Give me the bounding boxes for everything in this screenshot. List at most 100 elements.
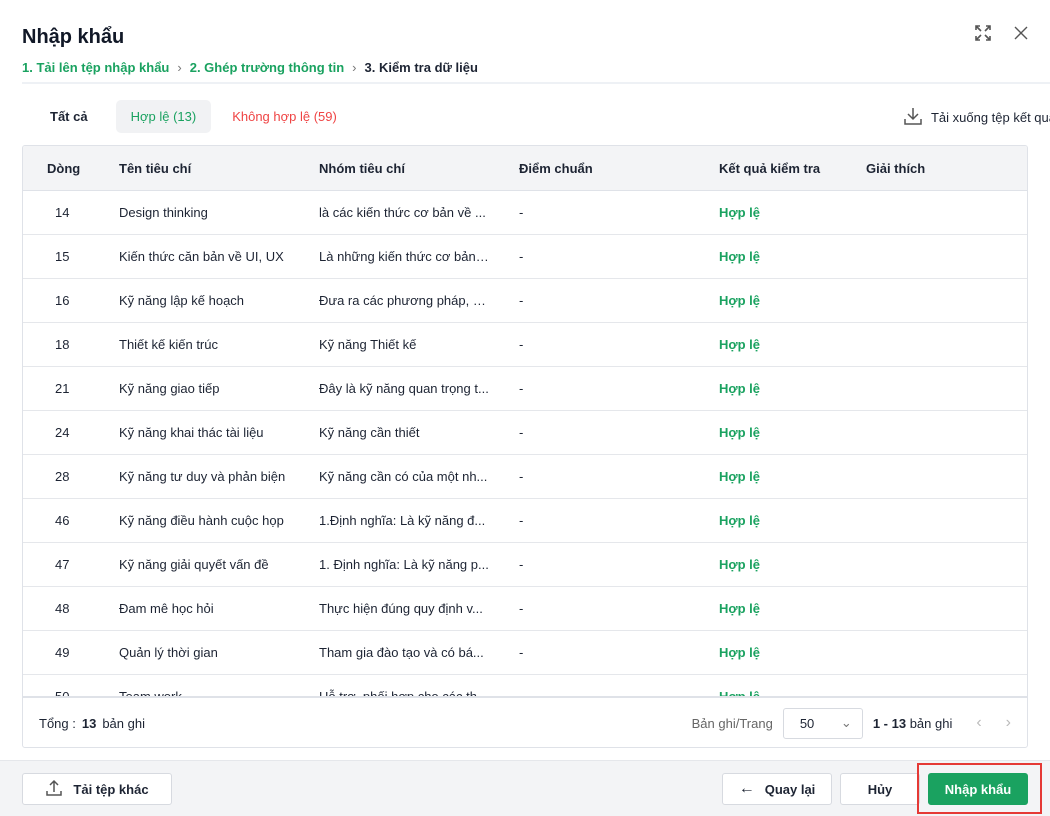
criterion-name: Kỹ năng tư duy và phản biện (119, 469, 286, 484)
check-result: Hợp lệ (719, 601, 761, 616)
row-number: 21 (55, 381, 70, 396)
check-result: Hợp lệ (719, 513, 761, 528)
dialog-title: Nhập khẩu (22, 26, 125, 48)
row-number: 48 (55, 601, 70, 616)
criterion-group: 1.Định nghĩa: Là kỹ năng đ... (319, 513, 486, 528)
benchmark-score: - (519, 293, 524, 308)
table-row[interactable]: 21 Kỹ năng giao tiếp Đây là kỹ năng quan t… (23, 367, 1027, 411)
per-page-label: Bản ghi/Trang (691, 715, 773, 731)
row-number: 50 (23, 689, 119, 696)
criterion-name: Kỹ năng lập kế hoạch (119, 293, 245, 308)
range-unit: bản ghi (909, 715, 953, 731)
per-page-value: 50 (799, 715, 815, 731)
benchmark-score: - (519, 645, 524, 660)
check-result: Hợp lệ (719, 557, 761, 572)
cancel-button[interactable]: Hủy (840, 773, 920, 805)
col-row: Dòng (47, 160, 81, 176)
table-row[interactable]: 16 Kỹ năng lập kế hoạch Đưa ra các phương … (23, 279, 1027, 323)
check-result: Hợp lệ (719, 381, 761, 396)
table-row[interactable]: 46 Kỹ năng điều hành cuộc họp 1.Định nghĩa… (23, 499, 1027, 543)
criterion-group: Là những kiến thức cơ bản ... (319, 249, 491, 264)
total-count: 13 (81, 715, 97, 731)
criterion-group: Kỹ năng cần thiết (319, 425, 420, 440)
highlight-box (917, 763, 1042, 814)
table-header: Dòng Tên tiêu chí Nhóm tiêu chí Điểm chu… (23, 146, 1027, 191)
col-group: Nhóm tiêu chí (319, 160, 405, 176)
back-label: Quay lại (764, 781, 816, 797)
col-result: Kết quả kiểm tra (719, 160, 821, 176)
criterion-name: Kiến thức căn bản về UI, UX (119, 249, 284, 264)
criterion-group: Thực hiện đúng quy định v... (319, 601, 483, 616)
check-result: Hợp lệ (719, 469, 761, 484)
benchmark-score: - (519, 513, 524, 528)
table-row[interactable]: 48 Đam mê học hỏi Thực hiện đúng quy định … (23, 587, 1027, 631)
benchmark-score: - (519, 689, 719, 696)
check-result: Hợp lệ (719, 205, 761, 220)
per-page-select[interactable]: 50 ⌄ (782, 707, 863, 739)
total-label: Tổng : (39, 715, 76, 731)
row-number: 28 (55, 469, 70, 484)
close-icon[interactable] (1014, 24, 1028, 47)
table-row[interactable]: 50Team workHỗ trợ, phối hợp cho các th..… (23, 675, 1027, 696)
breadcrumb: 1. Tải lên tệp nhập khẩu › 2. Ghép trườn… (22, 60, 478, 75)
table-body[interactable]: 14 Design thinking là các kiến thức cơ bản… (23, 191, 1027, 696)
benchmark-score: - (519, 381, 524, 396)
expand-icon[interactable] (974, 24, 992, 47)
row-number: 46 (55, 513, 70, 528)
download-label: Tải xuống tệp kết quả (930, 110, 1050, 125)
row-number: 14 (55, 205, 70, 220)
tab-all[interactable]: Tất cả (28, 100, 110, 133)
result-table: Dòng Tên tiêu chí Nhóm tiêu chí Điểm chu… (22, 145, 1028, 748)
tab-valid[interactable]: Hợp lệ (13) (115, 100, 212, 133)
benchmark-score: - (519, 601, 524, 616)
upload-other-label: Tải tệp khác (73, 781, 149, 797)
tab-invalid[interactable]: Không hợp lệ (59) (217, 100, 352, 133)
table-row[interactable]: 24 Kỹ năng khai thác tài liệu Kỹ năng cần … (23, 411, 1027, 455)
table-row[interactable]: 28 Kỹ năng tư duy và phản biện Kỹ năng cần… (23, 455, 1027, 499)
table-row[interactable]: 18 Thiết kế kiến trúc Kỹ năng Thiết kế - Hợp… (23, 323, 1027, 367)
download-result-button[interactable]: Tải xuống tệp kết quả (903, 106, 1050, 129)
chevron-down-icon: ⌄ (840, 715, 852, 730)
criterion-name: Đam mê học hỏi (119, 601, 214, 616)
check-result: Hợp lệ (719, 645, 761, 660)
criterion-name: Kỹ năng khai thác tài liệu (119, 425, 264, 440)
criterion-name: Kỹ năng giao tiếp (119, 381, 220, 396)
arrow-left-icon: ← (738, 780, 755, 797)
row-number: 49 (55, 645, 70, 660)
criterion-name: Thiết kế kiến trúc (119, 337, 218, 352)
back-button[interactable]: ← Quay lại (722, 773, 832, 805)
upload-other-file-button[interactable]: Tải tệp khác (22, 773, 172, 805)
table-row[interactable]: 14 Design thinking là các kiến thức cơ bản… (23, 191, 1027, 235)
criterion-group: Đưa ra các phương pháp, c... (319, 293, 491, 308)
table-row[interactable]: 49 Quản lý thời gian Tham gia đào tạo và c… (23, 631, 1027, 675)
criterion-name: Team work (119, 689, 319, 696)
check-result: Hợp lệ (719, 337, 761, 352)
col-explain: Giải thích (866, 160, 926, 176)
check-result: Hợp lệ (719, 425, 761, 440)
criterion-group: Kỹ năng cần có của một nh... (319, 469, 488, 484)
chevron-right-icon: › (352, 60, 357, 75)
col-score: Điểm chuẩn (519, 160, 593, 176)
criterion-group: Đây là kỹ năng quan trọng t... (319, 381, 489, 396)
benchmark-score: - (519, 425, 524, 440)
check-result: Hợp lệ (719, 293, 761, 308)
pagination: Tổng : 13 bản ghi Bản ghi/Trang 50 ⌄ 1 - … (23, 696, 1027, 747)
chevron-right-icon: › (177, 60, 182, 75)
page-range: 1 - 13 (872, 715, 907, 731)
benchmark-score: - (519, 249, 524, 264)
col-name: Tên tiêu chí (119, 160, 192, 176)
row-number: 24 (55, 425, 70, 440)
row-number: 15 (55, 249, 70, 264)
prev-page-icon[interactable]: ‹ (976, 714, 981, 732)
criterion-group: Hỗ trợ, phối hợp cho các th... (319, 689, 519, 696)
row-number: 18 (55, 337, 70, 352)
breadcrumb-step-1[interactable]: 1. Tải lên tệp nhập khẩu (22, 60, 169, 75)
table-row[interactable]: 47 Kỹ năng giải quyết vấn đề 1. Định nghĩa… (23, 543, 1027, 587)
next-page-icon[interactable]: › (1006, 714, 1011, 732)
benchmark-score: - (519, 557, 524, 572)
criterion-name: Quản lý thời gian (119, 645, 218, 660)
criterion-name: Design thinking (119, 205, 208, 220)
breadcrumb-step-2[interactable]: 2. Ghép trường thông tin (190, 60, 344, 75)
criterion-group: Tham gia đào tạo và có bá... (319, 645, 484, 660)
table-row[interactable]: 15 Kiến thức căn bản về UI, UX Là những ki… (23, 235, 1027, 279)
